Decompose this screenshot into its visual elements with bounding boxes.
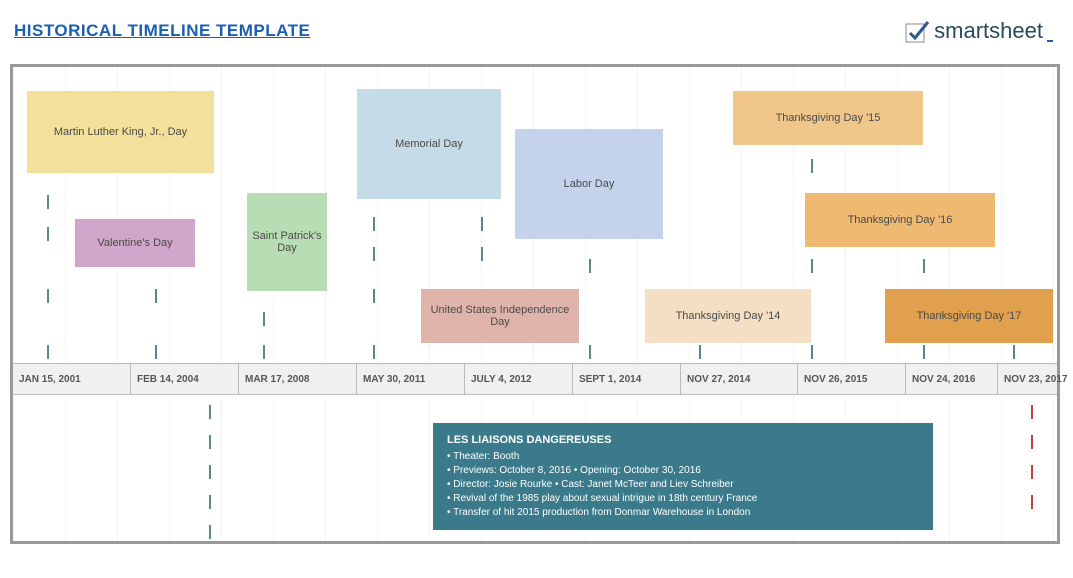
page-title: HISTORICAL TIMELINE TEMPLATE [14, 21, 310, 41]
date-column: SEPT 1, 2014 [573, 364, 681, 394]
lower-area: LES LIAISONS DANGEREUSES • Theater: Boot… [13, 395, 1057, 543]
timeline-event[interactable]: Martin Luther King, Jr., Day [27, 91, 214, 173]
date-column: NOV 26, 2015 [798, 364, 906, 394]
tick-mark [1031, 405, 1033, 419]
date-axis: JAN 15, 2001FEB 14, 2004MAR 17, 2008MAY … [13, 363, 1057, 395]
checkmark-icon [904, 18, 930, 44]
tick-mark [811, 259, 813, 273]
date-column: JULY 4, 2012 [465, 364, 573, 394]
smartsheet-logo: smartsheet [904, 18, 1053, 44]
date-column: MAR 17, 2008 [239, 364, 357, 394]
tick-mark [47, 289, 49, 303]
tick-mark [263, 312, 265, 326]
tick-mark [481, 217, 483, 231]
info-line: • Previews: October 8, 2016 • Opening: O… [447, 464, 919, 478]
tick-mark [923, 345, 925, 359]
date-column: FEB 14, 2004 [131, 364, 239, 394]
tick-mark [209, 525, 211, 539]
tick-mark [923, 259, 925, 273]
timeline-event[interactable]: Thanksgiving Day '14 [645, 289, 811, 343]
timeline-event[interactable]: Thanksgiving Day '16 [805, 193, 995, 247]
timeline-event[interactable]: Saint Patrick's Day [247, 193, 327, 291]
tick-mark [263, 345, 265, 359]
info-title: LES LIAISONS DANGEREUSES [447, 433, 919, 448]
tick-mark [47, 195, 49, 209]
tick-mark [373, 247, 375, 261]
logo-text: smartsheet [934, 18, 1043, 44]
tick-mark [1031, 465, 1033, 479]
info-line: • Revival of the 1985 play about sexual … [447, 492, 919, 506]
timeline-event[interactable]: United States Independence Day [421, 289, 579, 343]
timeline-event[interactable]: Memorial Day [357, 89, 501, 199]
tick-mark [1031, 435, 1033, 449]
tick-mark [47, 345, 49, 359]
tick-mark [209, 465, 211, 479]
tick-mark [699, 345, 701, 359]
date-column: JAN 15, 2001 [13, 364, 131, 394]
events-area: Martin Luther King, Jr., Day Valentine's … [13, 67, 1057, 363]
tick-mark [589, 259, 591, 273]
timeline-event[interactable]: Thanksgiving Day '17 [885, 289, 1053, 343]
tick-mark [373, 289, 375, 303]
date-column: NOV 27, 2014 [681, 364, 798, 394]
tick-mark [155, 345, 157, 359]
info-line: • Director: Josie Rourke • Cast: Janet M… [447, 478, 919, 492]
tick-mark [481, 247, 483, 261]
timeline-event[interactable]: Thanksgiving Day '15 [733, 91, 923, 145]
tick-mark [589, 345, 591, 359]
date-column: NOV 24, 2016 [906, 364, 998, 394]
info-line: • Transfer of hit 2015 production from D… [447, 506, 919, 520]
timeline-event[interactable]: Labor Day [515, 129, 663, 239]
tick-mark [155, 289, 157, 303]
info-box: LES LIAISONS DANGEREUSES • Theater: Boot… [433, 423, 933, 530]
date-column: MAY 30, 2011 [357, 364, 465, 394]
tick-mark [209, 495, 211, 509]
tick-mark [47, 227, 49, 241]
timeline-container: Martin Luther King, Jr., Day Valentine's … [10, 64, 1060, 544]
tick-mark [209, 435, 211, 449]
tick-mark [811, 345, 813, 359]
tick-mark [209, 405, 211, 419]
tick-mark [373, 217, 375, 231]
info-lines: • Theater: Booth• Previews: October 8, 2… [447, 450, 919, 520]
date-column: NOV 23, 2017 [998, 364, 1073, 394]
logo-underline [1047, 40, 1053, 42]
tick-mark [373, 345, 375, 359]
tick-mark [1013, 345, 1015, 359]
tick-mark [1031, 495, 1033, 509]
tick-mark [811, 159, 813, 173]
timeline-event[interactable]: Valentine's Day [75, 219, 195, 267]
info-line: • Theater: Booth [447, 450, 919, 464]
